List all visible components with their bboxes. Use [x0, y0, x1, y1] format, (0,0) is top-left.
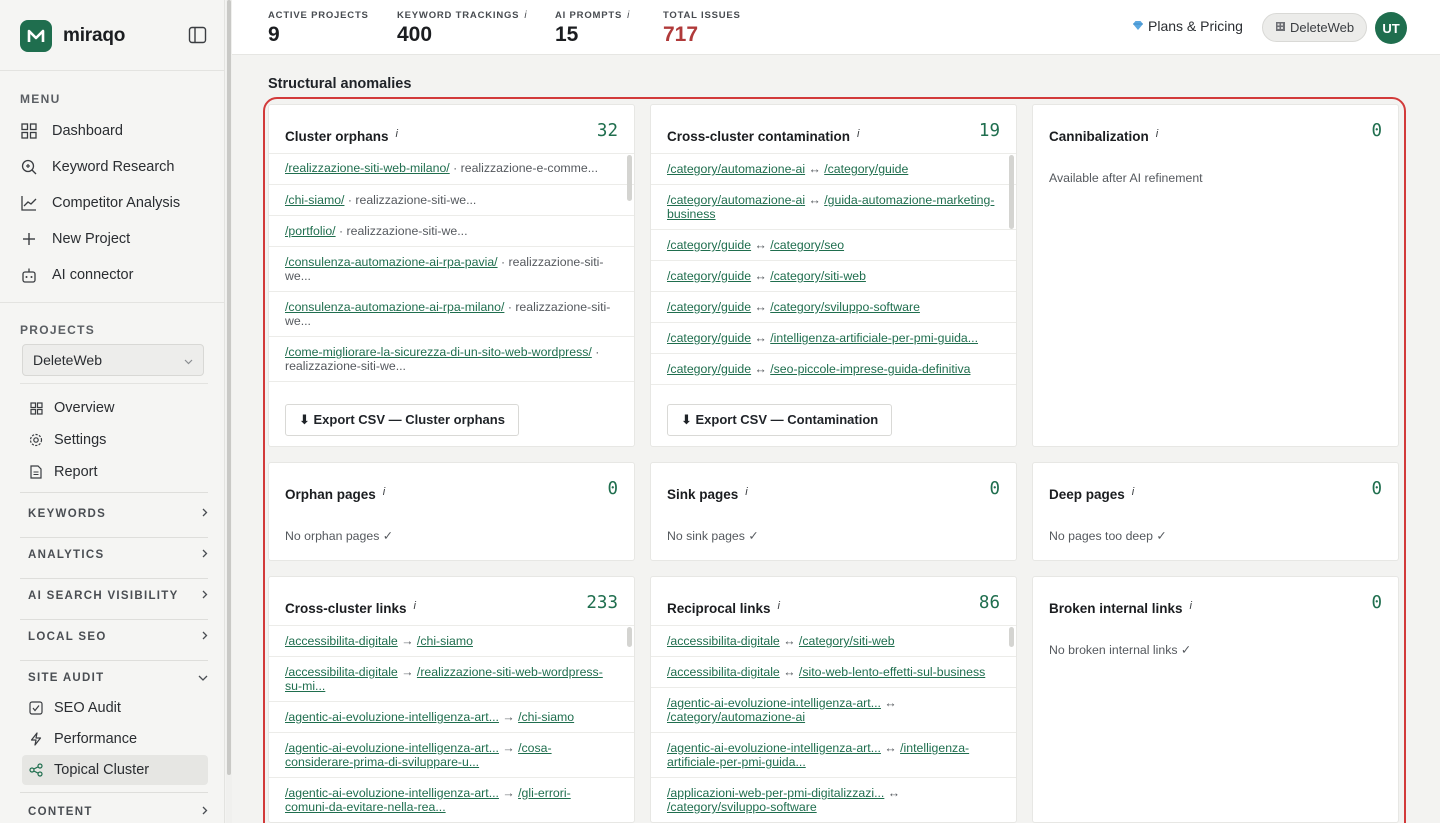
- divider: [20, 578, 208, 579]
- nav-keyword-research[interactable]: Keyword Research: [20, 152, 208, 182]
- stat-label: TOTAL ISSUES: [663, 10, 741, 21]
- nav-overview[interactable]: Overview: [22, 393, 208, 423]
- robot-icon: [20, 266, 38, 284]
- sidebar: miraqo MENU Dashboard Keyword Research C…: [0, 0, 225, 823]
- stat-value: 9: [268, 23, 280, 46]
- group-content[interactable]: CONTENT: [20, 797, 208, 823]
- check-square-icon: [28, 700, 44, 716]
- chevron-down-icon: [198, 672, 208, 684]
- menu-section-title: MENU: [20, 92, 61, 106]
- nav-new-project[interactable]: New Project: [20, 224, 208, 254]
- grid-icon: [20, 122, 38, 140]
- building-icon: [1275, 20, 1286, 35]
- group-keywords[interactable]: KEYWORDS: [20, 499, 208, 529]
- workspace-pill[interactable]: DeleteWeb: [1262, 13, 1368, 42]
- nav-label: New Project: [52, 231, 131, 247]
- plans-label: Plans & Pricing: [1148, 18, 1243, 34]
- nav-label: SEO Audit: [54, 700, 121, 716]
- nav-topical-cluster[interactable]: Topical Cluster: [22, 755, 208, 785]
- stat-value: 15: [555, 23, 579, 46]
- chevron-right-icon: [202, 508, 208, 520]
- stat-keyword-trackings: KEYWORD TRACKINGS i 400: [397, 10, 527, 47]
- stat-value: 717: [663, 23, 699, 46]
- group-label: LOCAL SEO: [28, 631, 107, 643]
- group-label: AI SEARCH VISIBILITY: [28, 590, 179, 602]
- nav-competitor-analysis[interactable]: Competitor Analysis: [20, 188, 208, 218]
- nav-label: Performance: [54, 731, 138, 747]
- stat-label: KEYWORD TRACKINGS i: [397, 10, 528, 21]
- divider: [0, 70, 225, 71]
- group-analytics[interactable]: ANALYTICS: [20, 540, 208, 570]
- nav-label: Keyword Research: [52, 159, 175, 175]
- top-stats-bar: ACTIVE PROJECTS 9 KEYWORD TRACKINGS i 400…: [232, 0, 1440, 55]
- nav-label: Topical Cluster: [54, 762, 150, 778]
- divider: [20, 660, 208, 661]
- group-site-audit[interactable]: SITE AUDIT: [20, 663, 208, 693]
- stat-label: AI PROMPTS i: [555, 10, 631, 21]
- grid-icon: [28, 400, 44, 416]
- info-icon[interactable]: i: [524, 10, 527, 21]
- nav-label: Dashboard: [52, 123, 123, 139]
- brand-name: miraqo: [63, 25, 126, 46]
- divider: [20, 619, 208, 620]
- nav-performance[interactable]: Performance: [22, 724, 208, 754]
- bolt-icon: [28, 731, 44, 747]
- document-icon: [28, 464, 44, 480]
- nav-seo-audit[interactable]: SEO Audit: [22, 693, 208, 723]
- nav-settings[interactable]: Settings: [22, 425, 208, 455]
- stat-value: 400: [397, 23, 433, 46]
- group-label: KEYWORDS: [28, 508, 107, 520]
- project-select-value: DeleteWeb: [33, 352, 103, 368]
- brand[interactable]: miraqo: [20, 20, 125, 52]
- nav-dashboard[interactable]: Dashboard: [20, 116, 208, 146]
- divider: [20, 383, 208, 384]
- chevron-right-icon: [202, 631, 208, 643]
- line-chart-icon: [20, 194, 38, 212]
- group-label: ANALYTICS: [28, 549, 105, 561]
- workspace-label: DeleteWeb: [1290, 20, 1355, 35]
- projects-section-title: PROJECTS: [20, 323, 96, 337]
- share-icon: [28, 762, 44, 778]
- nav-label: Report: [54, 464, 98, 480]
- nav-label: Overview: [54, 400, 115, 416]
- diamond-icon: [1132, 18, 1144, 34]
- sidebar-toggle-icon[interactable]: [188, 26, 208, 44]
- highlight-outline: [263, 97, 1406, 823]
- nav-report[interactable]: Report: [22, 457, 208, 487]
- chevron-down-icon: [184, 352, 193, 368]
- nav-label: Settings: [54, 432, 107, 448]
- nav-ai-connector[interactable]: AI connector: [20, 260, 208, 290]
- plus-icon: [20, 230, 38, 248]
- scrollbar-thumb[interactable]: [227, 0, 231, 775]
- nav-label: Competitor Analysis: [52, 195, 181, 211]
- project-select[interactable]: DeleteWeb: [22, 344, 204, 376]
- divider: [20, 792, 208, 793]
- gear-icon: [28, 432, 44, 448]
- avatar[interactable]: UT: [1375, 12, 1407, 44]
- chevron-right-icon: [202, 806, 208, 818]
- group-label: CONTENT: [28, 806, 93, 818]
- plans-pricing-link[interactable]: Plans & Pricing: [1132, 18, 1243, 34]
- group-ai-search-visibility[interactable]: AI SEARCH VISIBILITY: [20, 581, 208, 611]
- main-content: ACTIVE PROJECTS 9 KEYWORD TRACKINGS i 400…: [232, 0, 1440, 823]
- chevron-right-icon: [202, 549, 208, 561]
- miraqo-logo-icon: [20, 20, 52, 52]
- stat-ai-prompts: AI PROMPTS i 15: [555, 10, 630, 47]
- nav-label: AI connector: [52, 267, 134, 283]
- stat-active-projects: ACTIVE PROJECTS 9: [268, 10, 369, 47]
- app-window: miraqo MENU Dashboard Keyword Research C…: [0, 0, 1440, 823]
- divider: [20, 492, 208, 493]
- group-local-seo[interactable]: LOCAL SEO: [20, 622, 208, 652]
- group-label: SITE AUDIT: [28, 672, 105, 684]
- section-title: Structural anomalies: [268, 76, 412, 92]
- divider: [20, 537, 208, 538]
- stat-label: ACTIVE PROJECTS: [268, 10, 369, 21]
- info-icon[interactable]: i: [627, 10, 630, 21]
- chevron-right-icon: [202, 590, 208, 602]
- search-icon: [20, 158, 38, 176]
- divider: [0, 302, 225, 303]
- stat-total-issues: TOTAL ISSUES 717: [663, 10, 741, 47]
